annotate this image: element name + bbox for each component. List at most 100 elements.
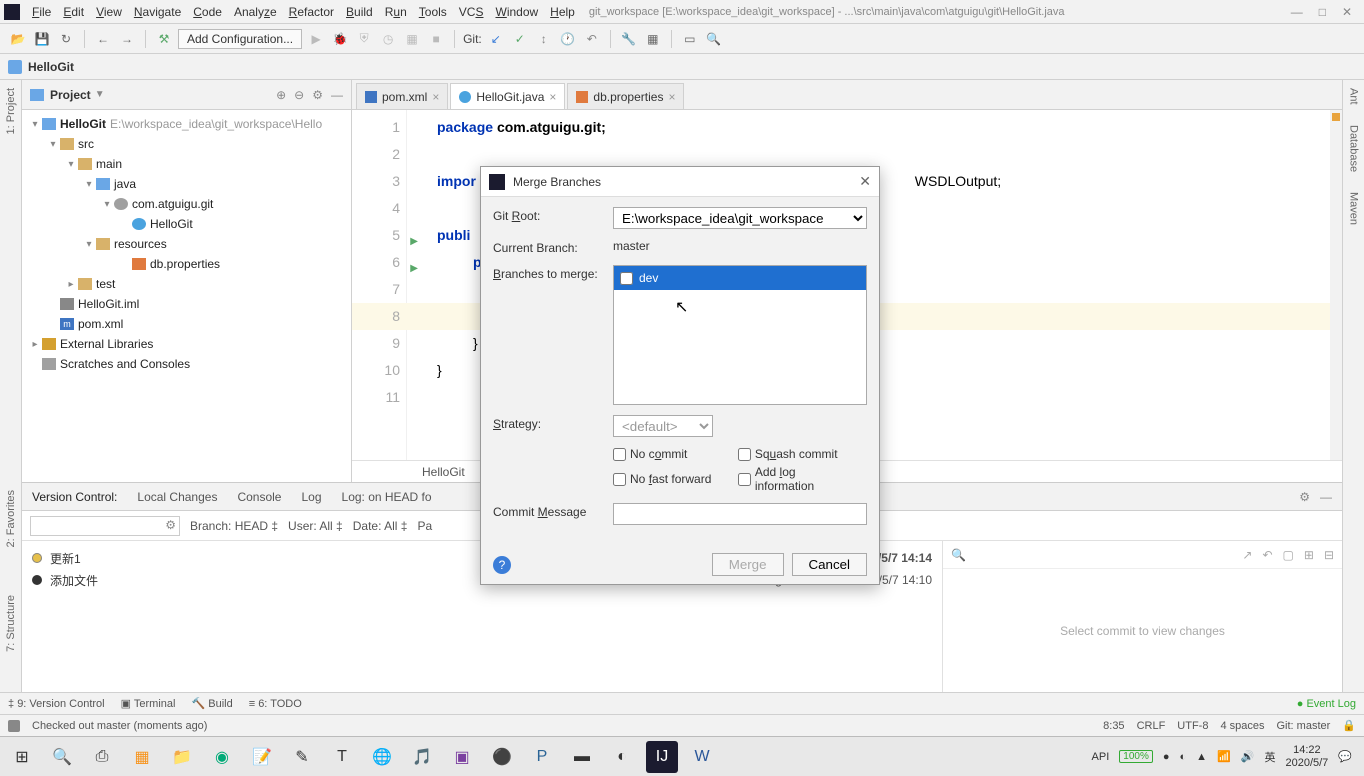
branch-checkbox[interactable] [620,272,633,285]
search-icon[interactable]: 🔍 [951,548,966,562]
tree-dbprops[interactable]: db.properties [150,257,220,271]
gear-icon[interactable]: ⚙ [165,518,176,532]
vc-tab-log[interactable]: Log [299,486,323,508]
profile-icon[interactable]: ◷ [378,29,398,49]
menu-file[interactable]: File [26,3,57,21]
save-icon[interactable]: 💾 [32,29,52,49]
no-commit-checkbox[interactable]: No commit [613,447,730,461]
cherry-pick-icon[interactable]: ↗ [1242,548,1252,562]
forward-icon[interactable]: → [117,29,137,49]
stop-icon[interactable]: ■ [426,29,446,49]
menu-help[interactable]: Help [544,3,581,21]
tree-iml[interactable]: HelloGit.iml [78,297,139,311]
squash-commit-checkbox[interactable]: Squash commit [738,447,855,461]
branch-item-dev[interactable]: dev [614,266,866,290]
tw-terminal[interactable]: ▣ Terminal [121,697,176,710]
search-icon[interactable]: 🔍 [704,29,724,49]
run-icon[interactable]: ▶ [306,29,326,49]
breadcrumb-module[interactable]: HelloGit [28,60,74,74]
gear-icon[interactable]: ⚙ [1299,490,1310,504]
tab-dbprops[interactable]: db.properties× [567,83,684,109]
battery-icon[interactable]: 100% [1119,750,1153,763]
status-icon[interactable] [8,720,20,732]
wifi-icon[interactable]: 📶 [1217,750,1231,763]
coverage-icon[interactable]: ⛨ [354,29,374,49]
settings-icon[interactable]: 🔧 [619,29,639,49]
volume-icon[interactable]: 🔊 [1241,750,1255,763]
tw-todo[interactable]: ≡ 6: TODO [249,698,302,710]
git-update-icon[interactable]: ↙ [486,29,506,49]
indent[interactable]: 4 spaces [1220,720,1264,732]
project-rail-label[interactable]: 1: Project [5,88,17,134]
lock-icon[interactable]: 🔒 [1342,719,1356,732]
close-icon[interactable]: × [549,90,556,104]
tw-event-log[interactable]: ● Event Log [1297,698,1356,710]
menu-run[interactable]: Run [379,3,413,21]
git-history-icon[interactable]: ↕ [534,29,554,49]
tree-java[interactable]: java [114,177,136,191]
undo-icon[interactable]: ↶ [1262,548,1272,562]
menu-build[interactable]: Build [340,3,379,21]
no-fast-forward-checkbox[interactable]: No fast forward [613,465,730,493]
minimize-icon[interactable]: — [1291,5,1303,19]
add-configuration-button[interactable]: Add Configuration... [178,29,302,49]
ime-indicator[interactable]: 英 [1264,749,1275,765]
maven-rail-label[interactable]: Maven [1348,192,1360,225]
build-icon[interactable]: ⚒ [154,29,174,49]
collapse-icon[interactable]: ⊕ [276,88,286,102]
merge-button[interactable]: Merge [712,553,784,576]
locate-icon[interactable]: ⊖ [294,88,304,102]
chevron-down-icon[interactable]: ▼ [95,89,105,100]
encoding[interactable]: UTF-8 [1177,720,1208,732]
tab-hellogit[interactable]: HelloGit.java× [450,83,565,109]
tree-test[interactable]: test [96,277,115,291]
user-filter[interactable]: User: All ‡ [288,519,343,533]
group-icon[interactable]: ⊟ [1324,548,1334,562]
date-filter[interactable]: Date: All ‡ [353,519,408,533]
tab-pom[interactable]: pom.xml× [356,83,448,109]
project-tree[interactable]: ▾HelloGitE:\workspace_idea\git_workspace… [22,110,351,482]
hide-icon[interactable]: — [1320,490,1332,504]
path-filter[interactable]: Pa [417,519,432,533]
add-log-info-checkbox[interactable]: Add log information [738,465,855,493]
close-icon[interactable]: × [432,90,439,104]
vc-tab-console[interactable]: Console [235,486,283,508]
branches-list[interactable]: dev [613,265,867,405]
expand-icon[interactable]: ⊞ [1304,548,1314,562]
git-root-select[interactable]: E:\workspace_idea\git_workspace [613,207,867,229]
strategy-select[interactable]: <default> [613,415,713,437]
presentation-icon[interactable]: ▭ [680,29,700,49]
folder-icon[interactable]: ▢ [1283,548,1294,562]
caret-position[interactable]: 8:35 [1103,720,1124,732]
branch-filter[interactable]: Branch: HEAD ‡ [190,519,278,533]
database-rail-label[interactable]: Database [1348,125,1360,172]
commit-message-input[interactable] [613,503,867,525]
sync-icon[interactable]: ↻ [56,29,76,49]
tray-icon[interactable]: ▲ [1196,751,1207,763]
menu-edit[interactable]: Edit [57,3,90,21]
vc-tab-local[interactable]: Local Changes [135,486,219,508]
line-separator[interactable]: CRLF [1137,720,1166,732]
clock[interactable]: 14:22 2020/5/7 [1285,744,1328,770]
tree-class[interactable]: HelloGit [150,217,193,231]
close-icon[interactable]: ✕ [859,173,871,190]
close-icon[interactable]: × [668,90,675,104]
tree-package[interactable]: com.atguigu.git [132,197,213,211]
tw-build[interactable]: 🔨 Build [191,697,232,710]
tree-root[interactable]: HelloGit [60,117,106,131]
structure-rail-label[interactable]: 7: Structure [5,595,17,652]
menu-analyze[interactable]: Analyze [228,3,283,21]
hide-icon[interactable]: — [331,88,343,102]
git-clock-icon[interactable]: 🕐 [558,29,578,49]
vc-search-input[interactable] [30,516,180,536]
notifications-icon[interactable]: 💬 [1338,750,1352,763]
favorites-rail-label[interactable]: 2: Favorites [5,490,17,547]
project-title[interactable]: Project [50,88,91,102]
close-window-icon[interactable]: ✕ [1342,5,1352,19]
tree-extlib[interactable]: External Libraries [60,337,153,351]
back-icon[interactable]: ← [93,29,113,49]
menu-code[interactable]: Code [187,3,228,21]
debug-icon[interactable]: 🐞 [330,29,350,49]
tray-icon[interactable]: ● [1163,751,1170,763]
tree-resources[interactable]: resources [114,237,167,251]
